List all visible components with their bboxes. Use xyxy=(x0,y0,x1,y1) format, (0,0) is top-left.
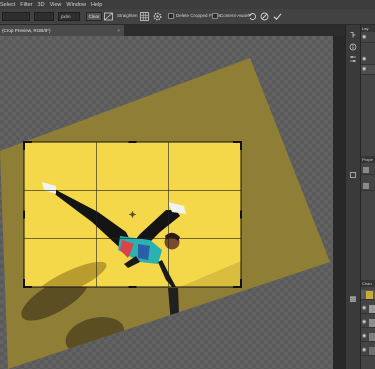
document-tab-bar: (Crop Preview, RGB/8*) × xyxy=(0,25,345,36)
channel-row[interactable]: ◉ xyxy=(361,332,375,342)
document-tab[interactable]: (Crop Preview, RGB/8*) × xyxy=(0,25,124,36)
docked-panels: Lay ◉ ◉ ◉ Prope Chan ◉ ◉ ◉ ◉ xyxy=(360,25,375,369)
properties-panel-header[interactable]: Prope xyxy=(361,156,375,163)
layers-panel-label: Lay xyxy=(362,26,369,31)
eye-icon[interactable]: ◉ xyxy=(362,67,367,72)
channel-row[interactable]: ◉ xyxy=(361,318,375,328)
channel-thumbnail xyxy=(369,305,375,313)
layer-row[interactable]: ◉ xyxy=(361,55,375,65)
document-tab-title: (Crop Preview, RGB/8*) xyxy=(2,28,51,33)
unit-select[interactable]: px/in xyxy=(58,12,80,21)
straighten-label[interactable]: Straighten xyxy=(117,13,138,18)
delete-cropped-checkbox[interactable] xyxy=(168,13,174,19)
channel-row[interactable] xyxy=(361,290,375,300)
panel-icon-strip xyxy=(345,25,360,369)
ratio-field[interactable] xyxy=(2,12,30,21)
adjust-icon[interactable] xyxy=(349,55,357,63)
channel-thumbnail xyxy=(369,333,375,341)
channel-thumbnail xyxy=(369,319,375,327)
commit-check-icon[interactable] xyxy=(272,11,283,22)
crop-preview[interactable] xyxy=(0,36,333,369)
eye-icon[interactable]: ◉ xyxy=(362,35,367,40)
channel-thumbnail xyxy=(366,291,373,299)
history-icon[interactable] xyxy=(349,31,357,39)
crop-area-photo xyxy=(24,142,241,287)
cancel-icon[interactable] xyxy=(259,11,270,22)
layer-row[interactable]: ◉ xyxy=(361,33,375,43)
clear-button[interactable]: Clear xyxy=(86,12,102,21)
layers-panel-header[interactable]: Lay xyxy=(361,25,375,32)
eye-icon[interactable]: ◉ xyxy=(362,348,367,353)
menu-view[interactable]: View xyxy=(50,2,62,8)
properties-row xyxy=(361,165,375,175)
properties-thumbnail xyxy=(363,167,369,173)
resolution-field[interactable] xyxy=(34,12,54,21)
menu-filter[interactable]: Filter xyxy=(20,2,32,8)
menu-bar: Select Filter 3D View Window Help xyxy=(0,0,375,9)
eye-icon[interactable]: ◉ xyxy=(362,320,367,325)
content-aware-label: Content-Aware xyxy=(220,13,250,18)
properties-thumbnail xyxy=(363,183,369,189)
properties-panel-label: Prope xyxy=(362,157,373,162)
properties-row xyxy=(361,181,375,191)
straighten-icon[interactable] xyxy=(103,11,114,22)
menu-3d[interactable]: 3D xyxy=(38,2,45,8)
menu-help[interactable]: Help xyxy=(91,2,102,8)
crop-options-bar: px/in Clear Straighten Delete Cropped Pi… xyxy=(0,9,375,25)
properties-strip-icon[interactable] xyxy=(349,171,357,179)
overlay-grid-icon[interactable] xyxy=(139,11,150,22)
channels-panel-label: Chan xyxy=(362,281,372,286)
menu-select[interactable]: Select xyxy=(0,2,15,8)
channel-row[interactable]: ◉ xyxy=(361,346,375,356)
content-aware-checkbox[interactable] xyxy=(212,13,218,19)
eye-icon[interactable]: ◉ xyxy=(362,306,367,311)
channels-panel-header[interactable]: Chan xyxy=(361,280,375,287)
eye-icon[interactable]: ◉ xyxy=(362,334,367,339)
gear-icon[interactable] xyxy=(152,11,163,22)
pasteboard xyxy=(0,36,333,369)
channel-thumbnail xyxy=(369,347,375,355)
layer-row[interactable]: ◉ xyxy=(361,65,375,75)
channel-row[interactable]: ◉ xyxy=(361,304,375,314)
info-icon[interactable] xyxy=(349,43,357,51)
eye-icon[interactable]: ◉ xyxy=(362,57,367,62)
channels-strip-icon[interactable] xyxy=(349,295,357,303)
close-tab-icon[interactable]: × xyxy=(117,25,120,36)
reset-icon[interactable] xyxy=(247,11,258,22)
canvas-area[interactable] xyxy=(0,36,345,369)
menu-window[interactable]: Window xyxy=(66,2,86,8)
